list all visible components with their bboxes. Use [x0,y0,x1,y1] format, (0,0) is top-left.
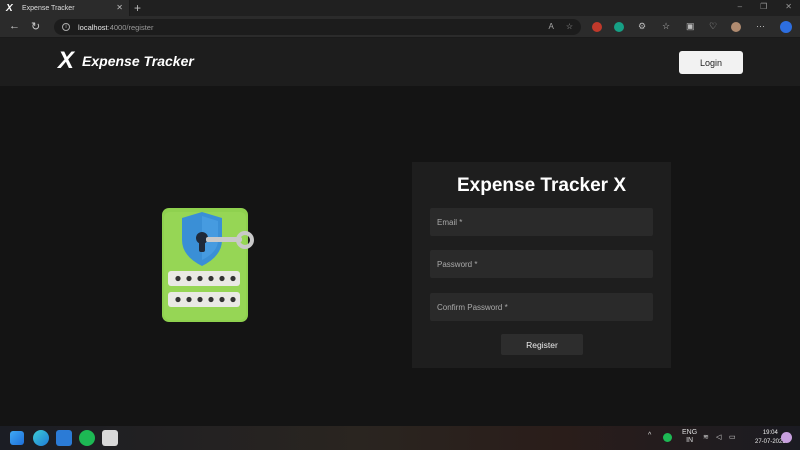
maximize-icon[interactable]: ❐ [760,2,767,11]
wifi-icon[interactable]: ≋ [703,433,709,441]
tab-favicon: X [6,2,13,14]
profile-avatar[interactable] [731,22,741,32]
email-input[interactable] [437,217,653,227]
password-field[interactable] [430,250,653,278]
tab-close-icon[interactable]: ✕ [116,3,123,12]
notification-icon[interactable] [781,432,792,443]
browser-tab[interactable]: X Expense Tracker ✕ [0,0,130,16]
email-field[interactable] [430,208,653,236]
brand-logo: X [58,47,75,74]
new-tab-icon[interactable]: + [134,1,141,15]
more-menu-icon[interactable]: ⋯ [756,21,765,32]
url-host: localhost [78,22,108,32]
language-indicator[interactable]: ENG IN [682,429,697,445]
tab-title: Expense Tracker [22,4,75,12]
url-path: :4000/register [107,22,154,32]
register-button[interactable]: Register [501,334,583,355]
address-bar-actions: A ☆ [548,22,573,31]
address-bar[interactable]: i localhost:4000/register A ☆ [54,19,581,35]
edge-app-icon[interactable] [33,430,49,446]
read-aloud-icon[interactable]: A [548,22,553,31]
minimize-icon[interactable]: – [738,2,742,11]
browser-toolbar: ← ↻ i localhost:4000/register A ☆ ⚙ ☆ ▣ … [0,16,800,38]
browser-tab-strip: X Expense Tracker ✕ + – ❐ ✕ [0,0,800,16]
password-input[interactable] [437,259,653,269]
language-line2: IN [686,437,694,444]
favorite-star-icon[interactable]: ☆ [566,22,573,31]
tray-spotify-icon[interactable] [663,433,672,442]
favorites-icon[interactable]: ☆ [662,21,670,32]
vscode-app-icon[interactable] [56,430,72,446]
snipping-app-icon[interactable] [102,430,118,446]
window-controls: – ❐ ✕ [738,2,792,11]
tray-chevron-icon[interactable]: ^ [648,432,651,439]
bing-copilot-icon[interactable] [780,21,792,33]
performance-icon[interactable]: ♡ [709,21,717,32]
confirm-password-input[interactable] [437,302,653,312]
os-taskbar: ^ ENG IN ≋ ◁ ▭ 19:04 27-07-2023 [0,426,800,450]
back-icon[interactable]: ← [9,20,20,32]
battery-icon[interactable]: ▭ [729,433,736,441]
confirm-password-field[interactable] [430,293,653,321]
extension-grammarly-icon[interactable] [614,22,624,32]
extension-red-icon[interactable] [592,22,602,32]
collections-icon[interactable]: ▣ [686,21,695,32]
keyhole-icon [199,240,205,252]
volume-icon[interactable]: ◁ [716,433,721,441]
security-lock-illustration [162,208,254,322]
language-line1: ENG [682,429,698,436]
site-info-icon[interactable]: i [62,23,70,31]
window-close-icon[interactable]: ✕ [785,2,792,11]
register-title: Expense Tracker X [457,175,626,196]
brand-name: Expense Tracker [82,53,194,69]
windows-start-icon[interactable] [10,431,24,445]
brand[interactable]: X Expense Tracker [58,49,194,73]
refresh-icon[interactable]: ↻ [31,20,40,33]
spotify-app-icon[interactable] [79,430,95,446]
screen: X Expense Tracker ✕ + – ❐ ✕ ← ↻ i localh… [0,0,800,450]
extension-icon[interactable]: ⚙ [638,21,646,32]
register-card: Expense Tracker X Register [412,162,671,368]
main-content: Expense Tracker X Register [0,86,800,426]
app-header: X Expense Tracker Login [0,38,800,86]
login-button[interactable]: Login [679,51,743,74]
